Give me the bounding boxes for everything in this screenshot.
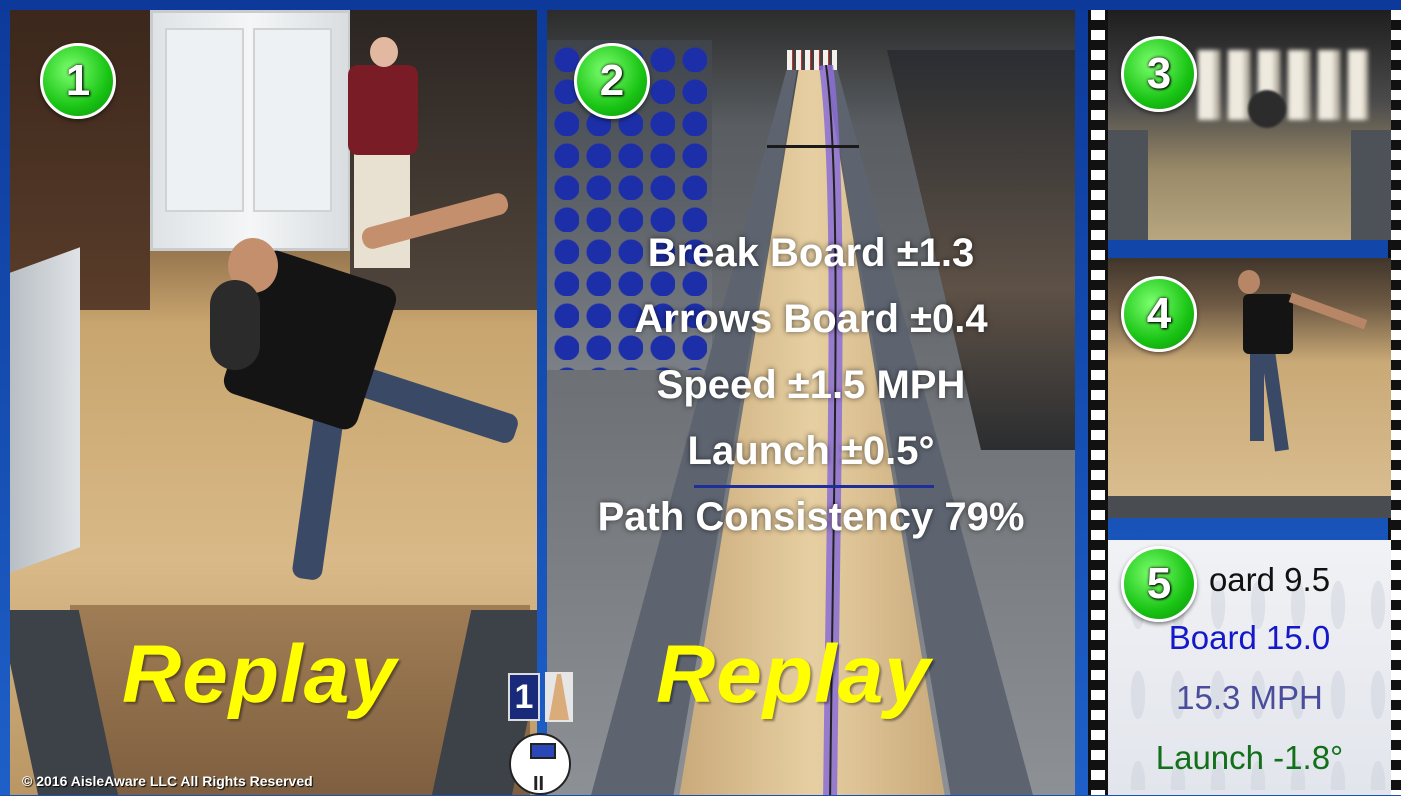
badge-2: 2 — [574, 43, 650, 119]
film-strip-left — [1091, 10, 1105, 795]
stat-speed: Speed ±1.5 MPH — [656, 363, 966, 407]
consistency-stats: Break Board ±1.3 Arrows Board ±0.4 Speed… — [547, 220, 1075, 550]
ball-at-pins — [1248, 90, 1286, 128]
pause-button[interactable]: II — [509, 733, 571, 795]
lane-icon — [549, 674, 569, 720]
break-point-marker — [767, 145, 859, 148]
shot-speed: 15.3 MPH — [1176, 679, 1323, 716]
bowler-small — [1238, 266, 1378, 466]
shot-arrows-board: Board 15.0 — [1168, 619, 1331, 656]
stat-path-consistency: Path Consistency 79% — [597, 495, 1025, 539]
stat-break-board: Break Board ±1.3 — [647, 231, 975, 275]
gutter-left — [1108, 130, 1148, 240]
glass-door — [150, 10, 351, 251]
ball-return — [10, 247, 80, 573]
screen-icon — [530, 743, 556, 759]
replay-label-1: Replay — [122, 629, 397, 720]
stat-launch: Launch ±0.5° — [687, 429, 935, 473]
film-strip-right — [1391, 10, 1401, 795]
replay-label-2: Replay — [656, 629, 931, 720]
lane-view-toggle[interactable] — [545, 672, 573, 722]
lane-number-indicator[interactable]: 1 — [508, 673, 540, 721]
badge-5: 5 — [1121, 546, 1197, 622]
foul-line — [1108, 496, 1391, 518]
copyright-notice: © 2016 AisleAware LLC All Rights Reserve… — [22, 773, 313, 789]
bowler — [210, 190, 530, 610]
gutter-right — [1351, 130, 1391, 240]
badge-1: 1 — [40, 43, 116, 119]
badge-4: 4 — [1121, 276, 1197, 352]
shot-launch: Launch -1.8° — [1155, 739, 1344, 776]
badge-3: 3 — [1121, 36, 1197, 112]
stat-arrows-board: Arrows Board ±0.4 — [634, 297, 988, 341]
pause-icon: II — [533, 773, 545, 795]
